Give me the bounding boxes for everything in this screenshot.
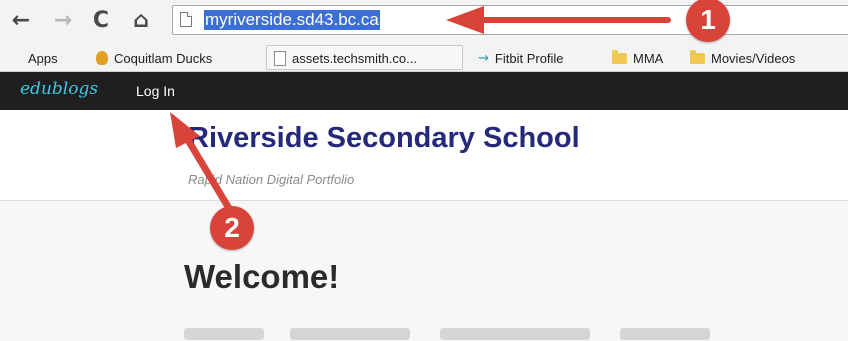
cut-off-text [184,328,264,340]
bookmark-apps[interactable]: Apps [10,48,58,68]
fitbit-icon: ⇝ [478,50,489,65]
welcome-heading: Welcome! [184,258,340,295]
annotation-badge-2: 2 [210,206,254,250]
annotation-badge-1: 1 [686,0,730,42]
bookmark-label: MMA [633,50,664,66]
folder-icon [690,49,705,64]
folder-icon [612,49,627,64]
cut-off-text [290,328,410,340]
address-bar[interactable]: myriverside.sd43.bc.ca [172,5,848,35]
cut-off-text [620,328,710,340]
bookmark-label: Apps [28,50,58,66]
bookmark-label: assets.techsmith.co... [292,50,417,66]
site-title[interactable]: Riverside Secondary School [188,122,580,155]
login-link[interactable]: Log In [136,83,175,99]
site-tagline: Rapid Nation Digital Portfolio [188,172,355,187]
bookmark-label: Fitbit Profile [494,50,564,66]
reload-icon[interactable]: C [88,6,114,34]
bookmark-techsmith[interactable]: assets.techsmith.co... [274,48,417,68]
bookmark-fitbit-profile[interactable]: ⇝ Fitbit Profile [478,48,564,68]
bookmark-movies-videos[interactable]: Movies/Videos [690,48,795,68]
duck-icon [96,51,108,65]
page-icon [180,12,192,27]
bookmark-label: Movies/Videos [711,50,796,66]
content-area [0,201,848,341]
document-icon [274,50,286,66]
url-text[interactable]: myriverside.sd43.bc.ca [204,10,380,30]
cut-off-text [440,328,590,340]
back-icon[interactable]: ← [8,6,34,34]
edublogs-admin-bar: edublogs Log In [0,72,848,110]
edublogs-logo[interactable]: edublogs [20,79,98,99]
forward-icon[interactable]: → [50,6,76,34]
bookmark-coquitlam-ducks[interactable]: Coquitlam Ducks [96,48,212,68]
apps-grid-icon [10,52,22,64]
bookmark-label: Coquitlam Ducks [114,50,213,66]
bookmarks-bar: Apps Coquitlam Ducks assets.techsmith.co… [0,44,848,72]
bookmark-mma[interactable]: MMA [612,48,663,68]
home-icon[interactable]: ⌂ [128,6,154,34]
